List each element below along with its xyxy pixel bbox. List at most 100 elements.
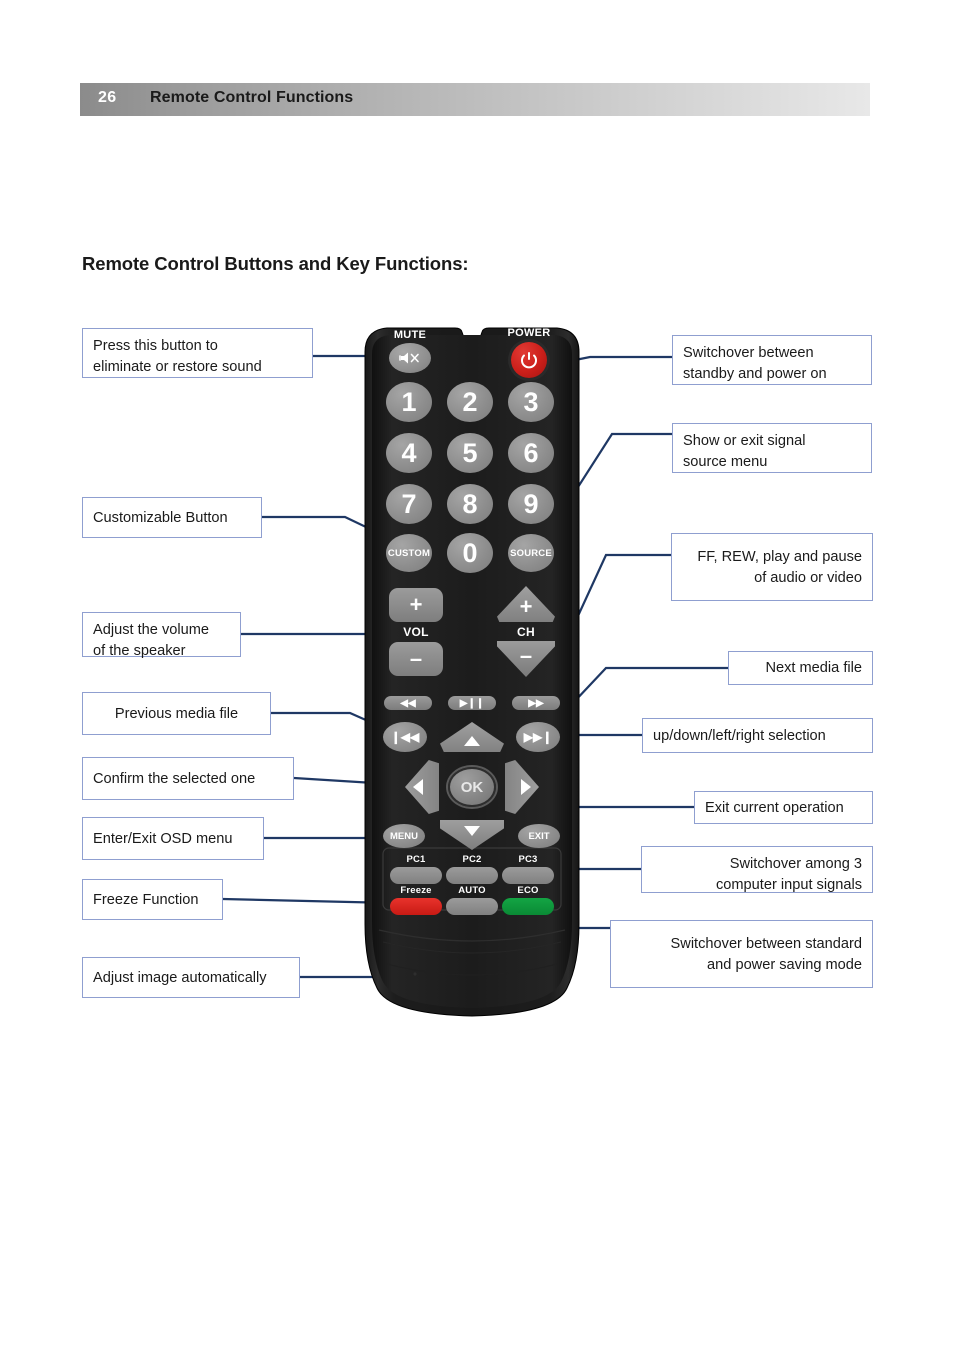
callout-source: Show or exit signal source menu	[672, 423, 872, 473]
number-button-9[interactable]: 9	[508, 484, 554, 524]
number-button-2[interactable]: 2	[447, 382, 493, 422]
volume-down-label: –	[409, 646, 423, 671]
number-button-2-label: 2	[462, 386, 478, 417]
auto-button[interactable]	[446, 898, 498, 915]
callout-source-text: Show or exit signal source menu	[683, 433, 806, 470]
number-button-0[interactable]: 0	[447, 533, 493, 573]
callout-ok-text: Confirm the selected one	[93, 770, 256, 787]
callout-custom-text: Customizable Button	[93, 509, 228, 526]
channel-up-label: +	[519, 594, 533, 619]
volume-up-label: +	[409, 592, 423, 617]
eco-text-label: ECO	[517, 885, 539, 896]
rewind-button[interactable]: ◀◀	[384, 696, 432, 710]
callout-mute: Press this button to eliminate or restore…	[82, 328, 313, 378]
page-number: 26	[98, 89, 117, 106]
callout-power: Switchover between standby and power on	[672, 335, 872, 385]
callout-auto-text: Adjust image automatically	[93, 969, 267, 986]
page-header-band: 26 Remote Control Functions	[80, 83, 870, 116]
number-button-8-label: 8	[462, 488, 478, 519]
next-track-icon: ▶▶❙	[523, 730, 553, 744]
power-icon	[521, 352, 537, 369]
number-button-4-label: 4	[401, 437, 417, 468]
page-title: Remote Control Functions	[150, 89, 354, 106]
callout-exit: Exit current operation	[694, 791, 873, 824]
number-button-1-label: 1	[401, 386, 417, 417]
fast-forward-button[interactable]: ▶▶	[512, 696, 560, 710]
callout-eco: Switchover between standard and power sav…	[610, 920, 873, 988]
number-button-3-label: 3	[523, 386, 539, 417]
callout-ok: Confirm the selected one	[82, 757, 294, 800]
play-pause-button[interactable]: ▶❙❙	[448, 696, 496, 710]
callout-eco-text: Switchover between standard and power sav…	[670, 935, 862, 973]
number-button-0-label: 0	[462, 537, 478, 568]
mute-icon	[399, 352, 419, 364]
mute-button[interactable]	[389, 343, 431, 373]
number-button-7-label: 7	[401, 488, 417, 519]
fast-forward-icon: ▶▶	[528, 697, 544, 709]
volume-up-button[interactable]: +	[389, 588, 443, 622]
mute-text-label: MUTE	[393, 329, 427, 341]
number-button-8[interactable]: 8	[447, 484, 493, 524]
number-button-6-label: 6	[523, 437, 539, 468]
callout-dpad-text: up/down/left/right selection	[653, 727, 826, 744]
callout-mute-text: Press this button to eliminate or restore…	[93, 338, 262, 375]
freeze-text-label: Freeze	[400, 885, 432, 896]
previous-track-button[interactable]: ❙◀◀	[383, 722, 427, 752]
callout-exit-text: Exit current operation	[705, 799, 844, 816]
callout-auto: Adjust image automatically	[82, 957, 300, 998]
callout-menu-text: Enter/Exit OSD menu	[93, 830, 233, 847]
down-arrow-icon	[464, 826, 480, 836]
exit-button-label: EXIT	[528, 830, 550, 842]
callout-transport: FF, REW, play and pause of audio or video	[671, 533, 873, 601]
callout-menu: Enter/Exit OSD menu	[82, 817, 264, 860]
remote-body-shape	[364, 327, 580, 1017]
custom-button-label: CUSTOM	[387, 547, 431, 559]
number-button-5[interactable]: 5	[447, 433, 493, 473]
number-button-5-label: 5	[462, 437, 478, 468]
callout-pc-text: Switchover among 3 computer input signals	[715, 856, 862, 893]
pc3-text-label: PC3	[518, 854, 538, 865]
ch-text-label: CH	[517, 625, 535, 639]
number-button-6[interactable]: 6	[508, 433, 554, 473]
power-button[interactable]	[511, 342, 547, 378]
callout-custom: Customizable Button	[82, 497, 262, 538]
exit-button[interactable]: EXIT	[518, 824, 560, 848]
next-track-button[interactable]: ▶▶❙	[516, 722, 560, 752]
callout-next: Next media file	[728, 651, 873, 685]
pc1-button[interactable]	[390, 867, 442, 884]
number-button-1[interactable]: 1	[386, 382, 432, 422]
volume-down-button[interactable]: –	[389, 642, 443, 676]
pc3-button[interactable]	[502, 867, 554, 884]
remote-control-illustration: MUTE POWER 1 2 3 4 5 6 7 8 9 CUSTOM 0 SO…	[357, 324, 587, 1028]
callout-next-text: Next media file	[765, 660, 862, 676]
power-text-label: POWER	[507, 327, 551, 339]
callout-previous-text: Previous media file	[114, 705, 239, 722]
number-button-9-label: 9	[523, 488, 539, 519]
source-button[interactable]: SOURCE	[508, 534, 554, 572]
ok-button[interactable]: OK	[448, 767, 496, 807]
callout-freeze: Freeze Function	[82, 879, 223, 920]
number-button-4[interactable]: 4	[386, 433, 432, 473]
callout-transport-text: FF, REW, play and pause of audio or video	[697, 548, 862, 586]
right-arrow-icon	[521, 779, 531, 795]
menu-button[interactable]: MENU	[383, 824, 425, 848]
custom-button[interactable]: CUSTOM	[386, 534, 432, 572]
left-arrow-icon	[413, 779, 423, 795]
channel-down-label: –	[519, 643, 533, 668]
eco-button[interactable]	[502, 898, 554, 915]
pc2-button[interactable]	[446, 867, 498, 884]
callout-volume-text: Adjust the volume of the speaker	[93, 622, 210, 659]
vol-text-label: VOL	[403, 625, 429, 639]
freeze-button[interactable]	[390, 898, 442, 915]
callout-previous: Previous media file	[82, 692, 271, 735]
rewind-icon: ◀◀	[400, 697, 416, 709]
callout-dpad: up/down/left/right selection	[642, 718, 873, 753]
source-button-label: SOURCE	[510, 547, 552, 559]
number-button-7[interactable]: 7	[386, 484, 432, 524]
menu-button-label: MENU	[390, 830, 418, 842]
number-button-3[interactable]: 3	[508, 382, 554, 422]
section-heading: Remote Control Buttons and Key Functions…	[82, 253, 469, 274]
play-pause-icon: ▶❙❙	[459, 697, 485, 709]
auto-text-label: AUTO	[458, 885, 486, 896]
pc2-text-label: PC2	[462, 854, 482, 865]
